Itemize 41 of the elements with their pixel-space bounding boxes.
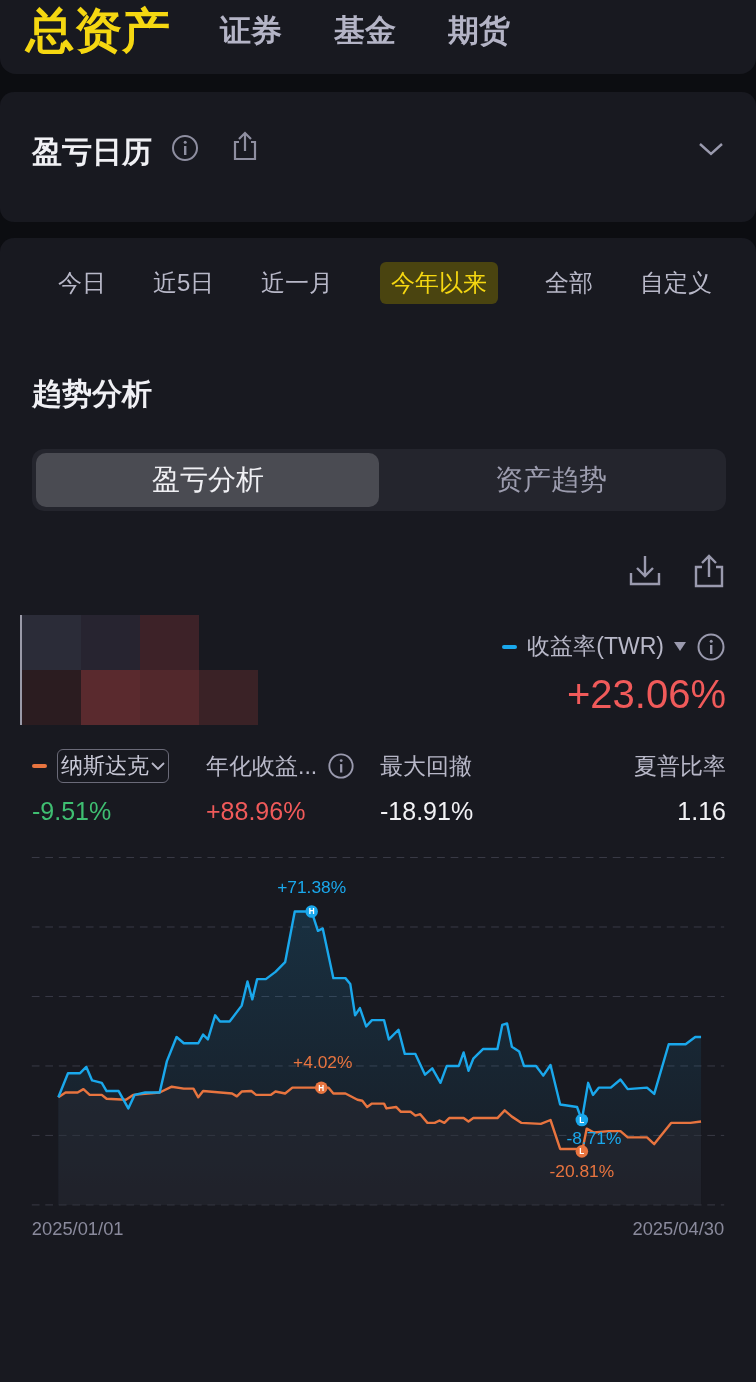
section-title: 趋势分析 — [32, 376, 153, 412]
period-tab[interactable]: 今日 — [47, 262, 117, 304]
marker-letter: L — [579, 1115, 585, 1125]
chevron-icon[interactable] — [698, 141, 724, 157]
info-icon[interactable] — [170, 133, 200, 163]
axis-date: 2025/04/30 — [632, 1217, 725, 1239]
info-icon[interactable] — [327, 752, 356, 780]
stat-value: +88.96% — [206, 797, 307, 826]
marker-letter: H — [308, 907, 315, 917]
caret-icon — [151, 761, 165, 771]
stat-value: -18.91% — [380, 797, 474, 826]
download-icon[interactable] — [628, 553, 662, 587]
info-icon[interactable] — [696, 631, 726, 662]
page-title: 总资产 — [26, 3, 170, 59]
period-tab[interactable]: 今年以来 — [380, 262, 499, 304]
segment-tab[interactable]: 盈亏分析 — [36, 453, 379, 507]
asset-tab[interactable]: 期货 — [448, 10, 510, 52]
stat-label: 最大回撤 — [380, 751, 472, 781]
stat-value: 1.16 — [677, 797, 726, 826]
share-icon[interactable] — [692, 553, 726, 589]
extreme-label: +71.38% — [277, 877, 347, 898]
stat-label: 夏普比率 — [634, 751, 726, 781]
stat-value: -9.51% — [32, 797, 113, 826]
metric-dropdown[interactable]: 收益率(TWR) — [527, 631, 664, 662]
extreme-label: +4.02% — [293, 1052, 353, 1073]
period-tab[interactable]: 自定义 — [628, 262, 723, 304]
return-value: +23.06% — [566, 672, 726, 717]
axis-date: 2025/01/01 — [31, 1217, 124, 1239]
benchmark-dropdown[interactable]: 纳斯达克 — [57, 749, 169, 783]
dropdown-caret-icon[interactable] — [674, 642, 686, 651]
extreme-label: -20.81% — [549, 1160, 615, 1181]
period-tab[interactable]: 全部 — [534, 262, 605, 304]
segment-tab[interactable]: 资产趋势 — [379, 453, 722, 507]
stat-label: 年化收益... — [206, 751, 318, 781]
asset-tab[interactable]: 证券 — [220, 10, 282, 52]
asset-tab[interactable]: 基金 — [334, 10, 396, 52]
marker-letter: H — [318, 1083, 325, 1093]
section-title: 盈亏日历 — [32, 134, 152, 170]
marker-letter: L — [579, 1147, 585, 1157]
period-tab[interactable]: 近一月 — [250, 262, 345, 304]
period-tab[interactable]: 近5日 — [141, 262, 226, 304]
